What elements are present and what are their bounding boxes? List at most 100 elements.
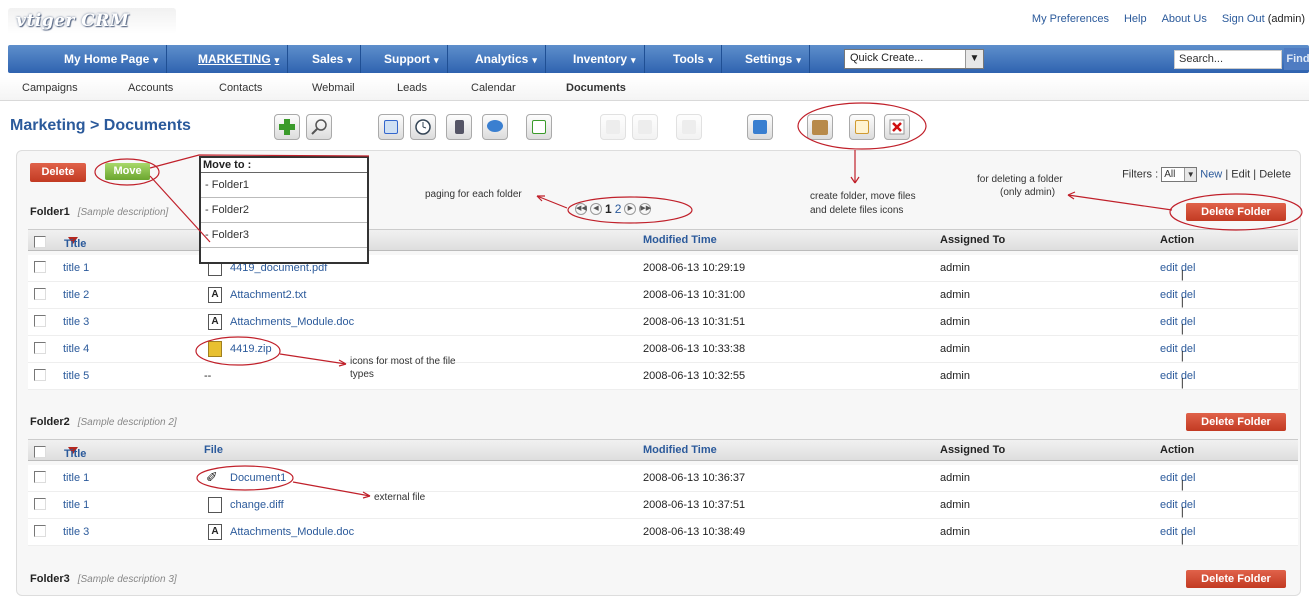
nav-inventory[interactable]: Inventory ▾ — [565, 45, 645, 73]
monitor-icon[interactable] — [747, 114, 773, 140]
subnav-webmail[interactable]: Webmail — [312, 82, 355, 94]
row-checkbox[interactable] — [34, 315, 46, 327]
nav-sales[interactable]: Sales ▾ — [304, 45, 361, 73]
quick-create-select[interactable]: Quick Create... ▼ — [844, 49, 984, 69]
row-assigned: admin — [940, 289, 970, 301]
current-user: (admin) — [1267, 13, 1305, 25]
subnav-leads[interactable]: Leads — [397, 82, 427, 94]
move-to-folder-1[interactable]: - Folder1 — [201, 173, 367, 198]
edit-link[interactable]: edit — [1160, 289, 1178, 301]
edit-link[interactable]: edit — [1160, 316, 1178, 328]
row-checkbox[interactable] — [34, 471, 46, 483]
row-checkbox[interactable] — [34, 369, 46, 381]
row-file-link[interactable]: Attachments_Module.doc — [230, 316, 354, 328]
row-title-link[interactable]: title 1 — [63, 499, 89, 511]
move-files-icon[interactable] — [849, 114, 875, 140]
row-file-link[interactable]: change.diff — [230, 499, 284, 511]
my-preferences-link[interactable]: My Preferences — [1032, 13, 1109, 25]
filter-select[interactable]: All ▼ — [1161, 167, 1198, 182]
clock-icon[interactable] — [410, 114, 436, 140]
nav-marketing[interactable]: MARKETING ▾ — [190, 45, 289, 73]
row-file-link[interactable]: 4419.zip — [230, 343, 272, 355]
row-file-link[interactable]: Document1 — [230, 472, 286, 484]
row-checkbox[interactable] — [34, 498, 46, 510]
next-page-icon[interactable]: ▶ — [624, 203, 637, 215]
subnav-accounts[interactable]: Accounts — [128, 82, 173, 94]
row-checkbox[interactable] — [34, 288, 46, 300]
edit-link[interactable]: edit — [1160, 526, 1178, 538]
table-row: title 1 change.diff 2008-06-13 10:37:51 … — [28, 492, 1298, 519]
nav-my-home-page[interactable]: My Home Page ▾ — [56, 45, 167, 73]
previous-page-icon[interactable]: ◀ — [590, 203, 602, 215]
row-actions: edit | del — [1160, 370, 1196, 389]
import-icon[interactable] — [526, 114, 552, 140]
chat-icon[interactable] — [482, 114, 508, 140]
edit-link[interactable]: edit — [1160, 343, 1178, 355]
nav-settings[interactable]: Settings ▾ — [737, 45, 810, 73]
edit-link[interactable]: edit — [1160, 370, 1178, 382]
move-to-folder-3[interactable]: - Folder3 — [201, 223, 367, 248]
move-button[interactable]: Move — [105, 163, 150, 180]
create-icon[interactable] — [274, 114, 300, 140]
annotation-icons-line1: create folder, move files — [810, 191, 916, 202]
subnav-contacts[interactable]: Contacts — [219, 82, 262, 94]
about-us-link[interactable]: About Us — [1162, 13, 1207, 25]
row-title-link[interactable]: title 2 — [63, 289, 89, 301]
search-icon[interactable] — [306, 114, 332, 140]
sign-out-link[interactable]: Sign Out — [1222, 13, 1265, 25]
column-title[interactable]: Title — [64, 444, 86, 460]
select-all-checkbox[interactable] — [34, 446, 46, 458]
column-assigned-to: Assigned To — [940, 444, 1006, 456]
column-file[interactable]: File — [204, 444, 223, 456]
filter-delete-link[interactable]: Delete — [1259, 168, 1291, 180]
column-action: Action — [1160, 444, 1195, 456]
row-title-link[interactable]: title 1 — [63, 262, 89, 274]
edit-link[interactable]: edit — [1160, 499, 1178, 511]
print-icon[interactable] — [632, 114, 658, 140]
edit-link[interactable]: edit — [1160, 262, 1178, 274]
row-checkbox[interactable] — [34, 525, 46, 537]
row-file-link[interactable]: Attachment2.txt — [230, 289, 306, 301]
calendar-icon[interactable] — [378, 114, 404, 140]
row-title-link[interactable]: title 3 — [63, 526, 89, 538]
nav-support[interactable]: Support ▾ — [376, 45, 448, 73]
subnav-calendar[interactable]: Calendar — [471, 82, 516, 94]
zip-icon — [208, 341, 222, 357]
edit-link[interactable]: edit — [1160, 472, 1178, 484]
first-page-icon[interactable]: ◀◀ — [575, 203, 587, 215]
delete-button[interactable]: Delete — [30, 163, 86, 182]
column-title[interactable]: Title — [64, 234, 86, 250]
move-to-folder-2[interactable]: - Folder2 — [201, 198, 367, 223]
delete-folder-1-button[interactable]: Delete Folder — [1186, 203, 1286, 221]
select-all-checkbox[interactable] — [34, 236, 46, 248]
row-title-link[interactable]: title 1 — [63, 472, 89, 484]
row-checkbox[interactable] — [34, 342, 46, 354]
row-checkbox[interactable] — [34, 261, 46, 273]
search-input[interactable]: Search... — [1174, 50, 1282, 69]
last-page-icon[interactable]: ▶▶ — [639, 203, 652, 215]
page-2[interactable]: 2 — [615, 202, 622, 216]
delete-files-icon[interactable] — [884, 114, 910, 140]
row-title-link[interactable]: title 5 — [63, 370, 89, 382]
table-row: title 5 -- 2008-06-13 10:32:55 admin edi… — [28, 363, 1298, 390]
subnav-campaigns[interactable]: Campaigns — [22, 82, 78, 94]
nav-tools[interactable]: Tools ▾ — [665, 45, 722, 73]
help-link[interactable]: Help — [1124, 13, 1147, 25]
find-button[interactable]: Find — [1284, 48, 1309, 70]
filter-edit-link[interactable]: Edit — [1231, 168, 1250, 180]
nav-analytics[interactable]: Analytics ▾ — [467, 45, 546, 73]
page-1[interactable]: 1 — [605, 202, 612, 216]
column-modified-time[interactable]: Modified Time — [643, 444, 717, 456]
column-modified-time[interactable]: Modified Time — [643, 234, 717, 246]
create-folder-icon[interactable] — [807, 114, 833, 140]
subnav-documents[interactable]: Documents — [566, 82, 626, 94]
row-file-link[interactable]: Attachments_Module.doc — [230, 526, 354, 538]
delete-folder-3-button[interactable]: Delete Folder — [1186, 570, 1286, 588]
filter-new-link[interactable]: New — [1200, 168, 1222, 180]
row-title-link[interactable]: title 4 — [63, 343, 89, 355]
find-duplicates-icon[interactable] — [676, 114, 702, 140]
calculator-icon[interactable] — [446, 114, 472, 140]
row-title-link[interactable]: title 3 — [63, 316, 89, 328]
delete-folder-2-button[interactable]: Delete Folder — [1186, 413, 1286, 431]
export-icon[interactable] — [600, 114, 626, 140]
